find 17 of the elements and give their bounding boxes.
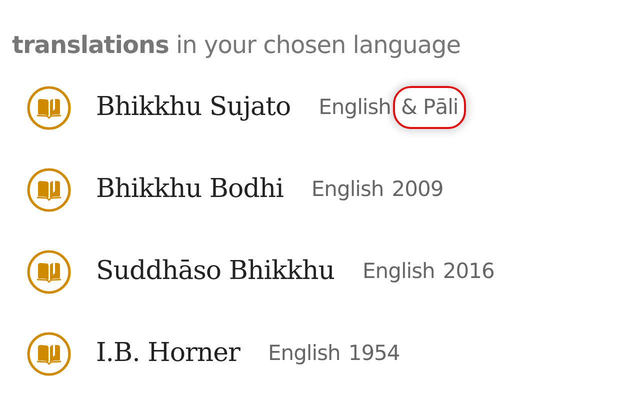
translator-link[interactable]: I.B. Horner xyxy=(96,334,240,373)
book-icon xyxy=(26,166,72,212)
translator-link[interactable]: Bhikkhu Bodhi xyxy=(96,170,284,209)
edition-label: English xyxy=(318,94,391,121)
translator-link[interactable]: Bhikkhu Sujato xyxy=(96,88,291,127)
edition-label: English xyxy=(311,176,384,203)
edition-year: 1954 xyxy=(348,340,400,367)
translator-link[interactable]: Suddhāso Bhikkhu xyxy=(96,252,335,291)
highlight-outline: & Pāli xyxy=(392,86,466,130)
edition-year: 2009 xyxy=(392,176,444,203)
section-heading: translations in your chosen language xyxy=(12,30,462,61)
edition-label: English xyxy=(362,258,435,285)
edition-label: English xyxy=(268,340,340,367)
edition-year: 2016 xyxy=(442,258,494,285)
book-icon xyxy=(26,248,72,294)
book-icon xyxy=(26,330,72,376)
book-icon xyxy=(26,84,72,130)
